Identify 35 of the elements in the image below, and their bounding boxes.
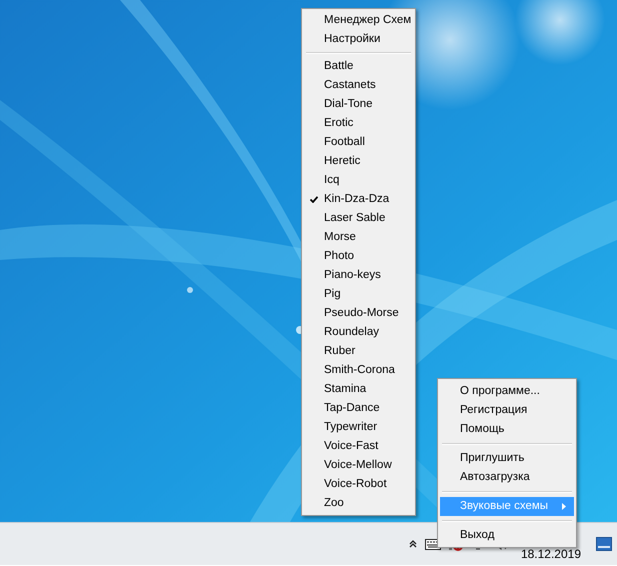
menu-item[interactable]: Pseudo-Morse bbox=[304, 304, 413, 323]
menu-item[interactable]: Castanets bbox=[304, 76, 413, 95]
menu-item[interactable]: Roundelay bbox=[304, 323, 413, 342]
menu-item[interactable]: Менеджер Схем bbox=[304, 11, 413, 30]
menu-item[interactable]: Morse bbox=[304, 228, 413, 247]
chevron-up-icon[interactable] bbox=[408, 540, 417, 548]
menu-item[interactable]: Piano-keys bbox=[304, 266, 413, 285]
menu-item[interactable]: Voice-Mellow bbox=[304, 456, 413, 475]
menu-item[interactable]: Kin-Dza-Dza bbox=[304, 190, 413, 209]
menu-item[interactable]: О программе... bbox=[440, 382, 574, 401]
menu-item[interactable]: Tap-Dance bbox=[304, 399, 413, 418]
menu-item[interactable]: Laser Sable bbox=[304, 209, 413, 228]
menu-item[interactable]: Football bbox=[304, 133, 413, 152]
menu-item[interactable]: Pig bbox=[304, 285, 413, 304]
clock-date[interactable]: 18.12.2019 bbox=[520, 547, 581, 561]
menu-item[interactable]: Ruber bbox=[304, 342, 413, 361]
menu-item[interactable]: Typewriter bbox=[304, 418, 413, 437]
menu-item[interactable]: Voice-Fast bbox=[304, 437, 413, 456]
menu-item[interactable]: Приглушить bbox=[440, 449, 574, 468]
menu-item[interactable]: Photo bbox=[304, 247, 413, 266]
menu-item[interactable]: Voice-Robot bbox=[304, 475, 413, 494]
menu-item[interactable]: Heretic bbox=[304, 152, 413, 171]
menu-item[interactable]: Zoo bbox=[304, 494, 413, 513]
menu-item[interactable]: Stamina bbox=[304, 380, 413, 399]
menu-item[interactable]: Erotic bbox=[304, 114, 413, 133]
menu-item[interactable]: Smith-Corona bbox=[304, 361, 413, 380]
menu-item[interactable]: Icq bbox=[304, 171, 413, 190]
menu-item[interactable]: Помощь bbox=[440, 420, 574, 439]
menu-item[interactable]: Настройки bbox=[304, 30, 413, 49]
show-desktop-icon[interactable] bbox=[596, 537, 612, 551]
menu-item[interactable]: Регистрация bbox=[440, 401, 574, 420]
menu-item[interactable]: Выход bbox=[440, 526, 574, 545]
menu-item[interactable]: Battle bbox=[304, 57, 413, 76]
menu-item[interactable]: Dial-Tone bbox=[304, 95, 413, 114]
menu-item[interactable]: Автозагрузка bbox=[440, 468, 574, 487]
